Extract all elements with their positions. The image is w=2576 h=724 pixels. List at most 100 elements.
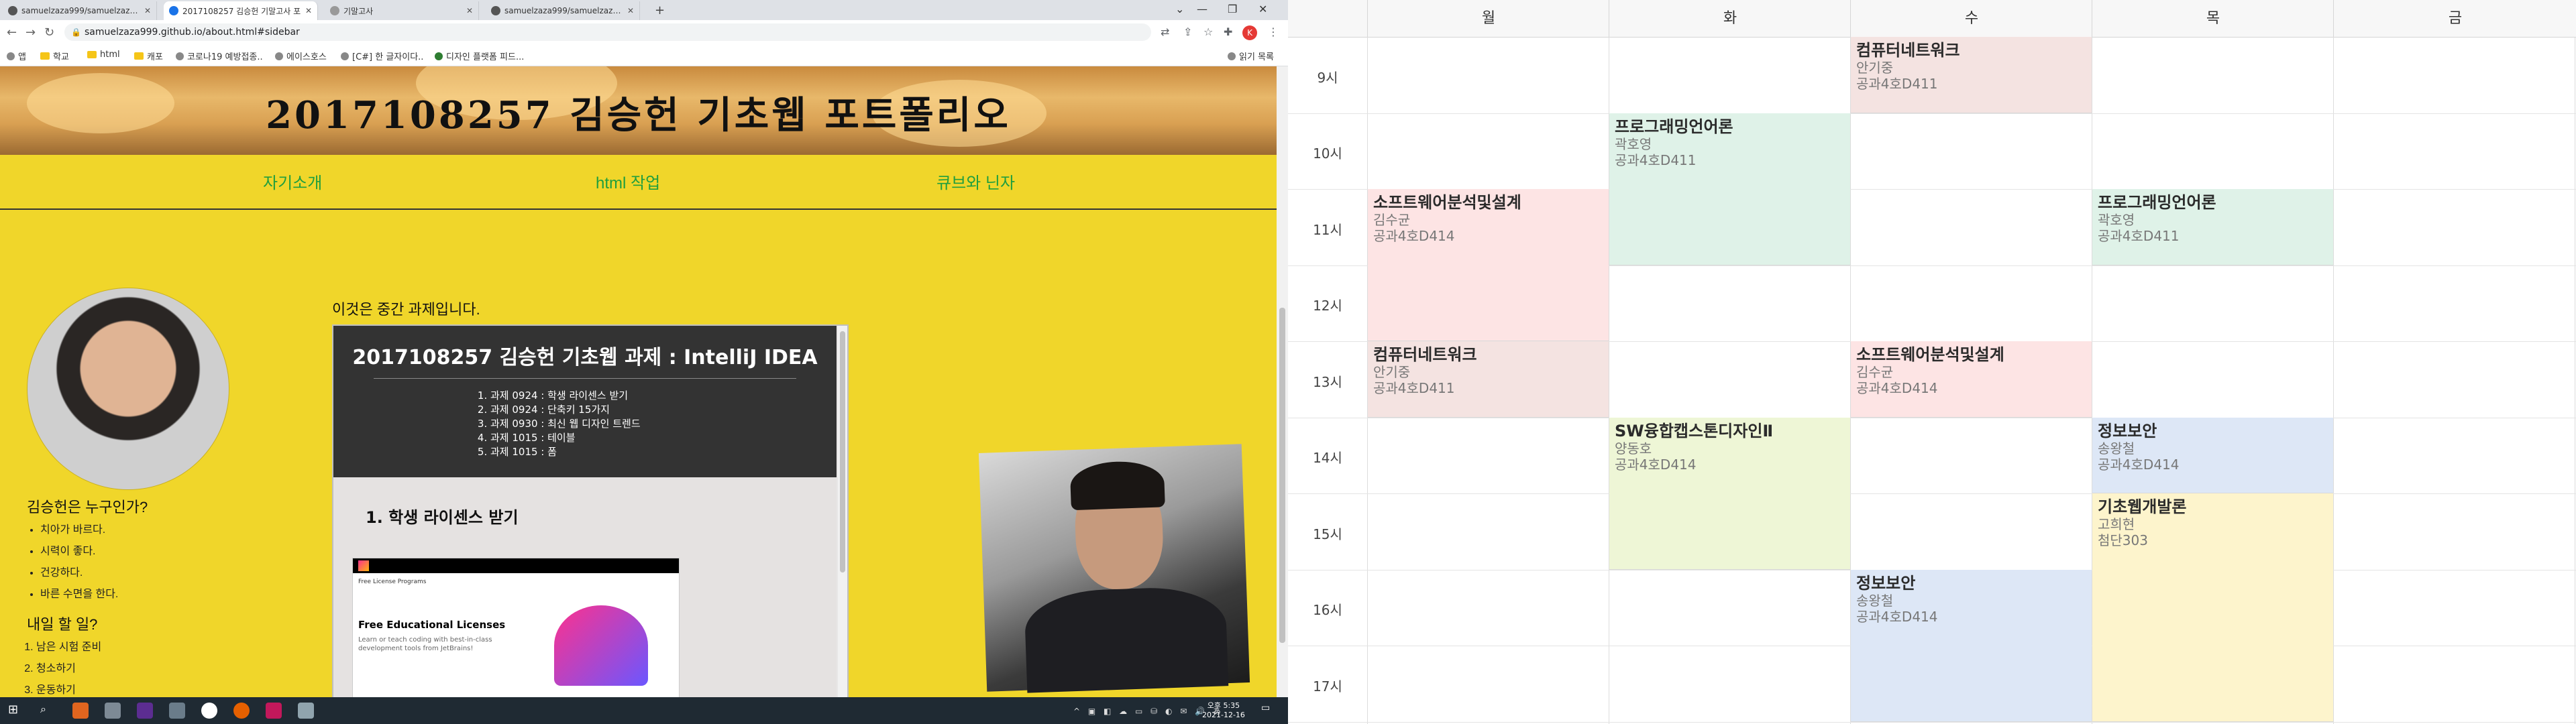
bookmark-cafe[interactable]: 캐포	[134, 50, 163, 62]
tab-github-2[interactable]: samuelzaza999/samuelzaza999: C ✕	[486, 1, 640, 20]
course-block[interactable]: 정보보안 송왕철 공과4호D414	[2092, 417, 2333, 493]
course-block[interactable]: 프로그래밍언어론 곽호영 공과4호D411	[1609, 113, 1850, 265]
course-block[interactable]: 기초웹개발론 고희현 첨단303	[2092, 493, 2333, 722]
back-icon[interactable]: ←	[7, 25, 17, 40]
course-room: 공과4호D414	[1373, 228, 1455, 244]
chrome-icon[interactable]	[201, 703, 217, 719]
scroll-thumb[interactable]	[1279, 308, 1285, 643]
app-icon[interactable]	[298, 703, 314, 719]
frame-scrollbar[interactable]	[838, 326, 847, 697]
bookmark-covid[interactable]: 코로나19 예방접종..	[176, 50, 263, 62]
tab-final-exam[interactable]: 기말고사 ✕	[325, 1, 479, 20]
jetbrains-logo	[358, 560, 369, 571]
course-block[interactable]: 정보보안 송왕철 공과4호D414	[1851, 569, 2092, 722]
course-professor: 안기중	[1373, 364, 1411, 380]
bookmark-star-icon[interactable]: ☆	[1203, 25, 1213, 38]
course-professor: 송왕철	[1856, 592, 1894, 609]
apps-icon	[7, 52, 15, 60]
hour-label: 9시	[1317, 69, 1338, 86]
app-icon[interactable]	[266, 703, 282, 719]
bookmark-school[interactable]: 학교	[40, 50, 69, 62]
assignment-link[interactable]: 과제 0924 : 단축키 15가지	[490, 403, 641, 417]
course-title: 컴퓨터네트워크	[1373, 345, 1477, 364]
extensions-icon[interactable]: ✚	[1224, 25, 1232, 38]
scroll-thumb[interactable]	[840, 331, 845, 572]
photo-hair	[1069, 460, 1165, 511]
course-title: 프로그래밍언어론	[1615, 117, 1733, 136]
folder-icon	[40, 52, 50, 60]
course-block[interactable]: 소프트웨어분석및설계 김수균 공과4호D414	[1368, 189, 1609, 341]
translate-icon[interactable]: ⇄	[1161, 25, 1169, 38]
course-room: 공과4호D411	[1615, 152, 1697, 168]
timetable-view: 월 화 수 목 금 9시 10시 11시 12시 13시 14시 15시 16시 17시 컴퓨터네…	[1288, 0, 2576, 724]
todo-list: 남은 시험 준비 청소하기 운동하기	[20, 637, 101, 697]
close-icon[interactable]: ✕	[627, 6, 634, 15]
page-content: 2017108257 김승헌 기초웹 포트폴리오 자기소개 html 작업 큐브…	[0, 66, 1277, 697]
bookmark-apps[interactable]: 앱	[7, 50, 26, 62]
system-tray[interactable]: ^ ▣ ◧ ☁ ▭ ⛁ ◐ ✉ 🔊 あ	[1073, 705, 1224, 717]
reload-icon[interactable]: ↻	[44, 25, 54, 40]
menu-icon[interactable]: ⋮	[1268, 25, 1279, 38]
notification-icon[interactable]: ▭	[1261, 703, 1277, 719]
list-item: 운동하기	[36, 680, 101, 697]
page-scrollbar[interactable]	[1277, 66, 1288, 697]
firefox-icon[interactable]	[233, 703, 250, 719]
who-list: 치아가 바르다. 시력이 좋다. 건강하다. 바른 수면을 한다.	[27, 520, 118, 605]
assignment-link[interactable]: 과제 0930 : 최신 웹 디자인 트렌드	[490, 417, 641, 431]
tab-search-icon[interactable]: ⌄	[1175, 3, 1184, 15]
hour-label: 12시	[1313, 298, 1342, 314]
share-icon[interactable]: ⇪	[1183, 25, 1192, 38]
search-icon[interactable]: ⌕	[40, 703, 56, 719]
course-room: 공과4호D414	[2098, 456, 2180, 473]
course-block[interactable]: 컴퓨터네트워크 안기중 공과4호D411	[1851, 37, 2092, 113]
windows-start-icon[interactable]: ⊞	[8, 703, 24, 719]
tab-strip: samuelzaza999/samuelzaza999: C ✕ 2017108…	[0, 0, 1288, 20]
nav-html-work[interactable]: html 작업	[596, 170, 660, 193]
midterm-text: 이것은 중간 과제입니다.	[332, 301, 480, 318]
divider	[374, 378, 796, 379]
app-icon[interactable]	[72, 703, 89, 719]
app-icon[interactable]	[105, 703, 121, 719]
profile-photo	[27, 288, 229, 490]
globe-icon	[330, 6, 339, 15]
nav-cube-ninja[interactable]: 큐브와 닌자	[936, 170, 1015, 193]
close-icon[interactable]: ✕	[466, 6, 473, 15]
app-icon[interactable]	[137, 703, 153, 719]
bookmark-ace[interactable]: 에이스호스	[275, 50, 327, 62]
tab-github-1[interactable]: samuelzaza999/samuelzaza999: C ✕	[3, 1, 157, 20]
tab-portfolio[interactable]: 2017108257 김승헌 기말고사 포 ✕	[164, 1, 318, 20]
illustration	[554, 605, 648, 686]
embedded-frame[interactable]: 2017108257 김승헌 기초웹 과제 : IntelliJ IDEA 과제…	[332, 324, 849, 697]
new-tab-button[interactable]: +	[655, 3, 665, 17]
assignment-link[interactable]: 과제 0924 : 학생 라이센스 받기	[490, 389, 641, 403]
screenshot-text: Learn or teach coding with best-in-class…	[358, 636, 492, 652]
course-block[interactable]: 컴퓨터네트워크 안기중 공과4호D411	[1368, 341, 1609, 418]
close-icon[interactable]: ✕	[305, 6, 312, 15]
clock-time: 오후 5:35	[1207, 701, 1240, 710]
course-block[interactable]: 프로그래밍언어론 곽호영 공과4호D411	[2092, 189, 2333, 265]
close-icon[interactable]: ✕	[144, 6, 151, 15]
minimize-button[interactable]: —	[1197, 3, 1208, 15]
app-icon[interactable]	[169, 703, 185, 719]
bookmark-csharp[interactable]: [C#] 한 글자이다..	[341, 50, 423, 62]
timetable-header: 월 화 수 목 금	[1288, 0, 2576, 38]
url-field[interactable]: 🔒 samuelzaza999.github.io/about.html#sid…	[64, 23, 1151, 41]
course-block[interactable]: 소프트웨어분석및설계 김수균 공과4호D414	[1851, 341, 2092, 418]
forward-icon[interactable]: →	[25, 25, 36, 40]
restore-button[interactable]: ❐	[1228, 3, 1237, 15]
profile-avatar[interactable]: K	[1242, 25, 1257, 40]
reading-list[interactable]: 읽기 목록	[1228, 50, 1274, 62]
bookmark-design[interactable]: 디자인 플랫폼 피드...	[435, 50, 524, 62]
assignment-link[interactable]: 과제 1015 : 폼	[490, 445, 641, 459]
nav-about[interactable]: 자기소개	[263, 170, 322, 193]
assignment-link[interactable]: 과제 1015 : 테이블	[490, 431, 641, 445]
browser-window: samuelzaza999/samuelzaza999: C ✕ 2017108…	[0, 0, 1288, 724]
bookmark-html[interactable]: html	[87, 50, 120, 60]
clock[interactable]: 오후 5:35 2021-12-16	[1202, 701, 1245, 720]
grid-line	[2333, 37, 2334, 724]
list-item: 치아가 바르다.	[40, 520, 118, 541]
course-block[interactable]: SW융합캡스톤디자인Ⅱ 양동호 공과4호D414	[1609, 417, 1850, 570]
course-title: 컴퓨터네트워크	[1856, 41, 1960, 60]
close-window-button[interactable]: ✕	[1258, 3, 1267, 15]
course-room: 공과4호D414	[1856, 608, 1938, 625]
